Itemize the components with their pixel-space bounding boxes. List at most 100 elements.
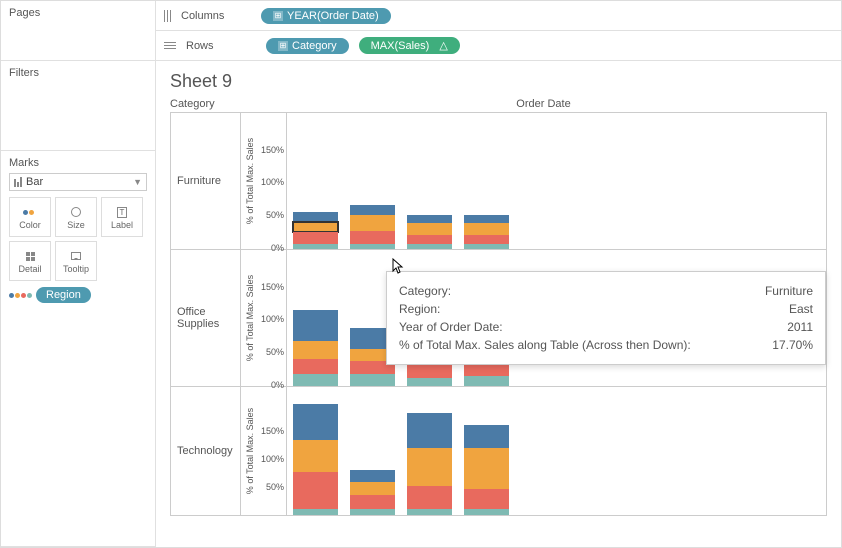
columns-label: Columns (181, 10, 251, 22)
color-icon (23, 204, 38, 220)
tooltip-pct-value: 17.70% (772, 336, 813, 354)
bar-segment-east[interactable] (407, 364, 452, 378)
bar-segment-west[interactable] (350, 470, 395, 482)
bar-stack[interactable] (407, 215, 452, 249)
chart-row: Technology% of Total Max. Sales150%100%5… (171, 387, 826, 515)
marks-label-label: Label (111, 220, 133, 230)
table-calc-icon: △ (439, 39, 447, 52)
bar-segment-central[interactable] (293, 374, 338, 386)
bar-segment-east[interactable] (464, 489, 509, 508)
label-icon: T (117, 204, 128, 220)
bar-segment-central[interactable] (464, 244, 509, 249)
bar-stack[interactable] (293, 404, 338, 515)
bar-stack[interactable] (350, 205, 395, 250)
bars-area (287, 387, 826, 515)
bar-segment-east[interactable] (350, 231, 395, 243)
mark-type-dropdown[interactable]: Bar ▼ (9, 173, 147, 191)
row-category-label: Technology (171, 387, 241, 515)
bar-segment-central[interactable] (350, 244, 395, 249)
columns-icon (164, 10, 171, 22)
bar-segment-south[interactable] (464, 448, 509, 490)
bar-segment-south[interactable] (350, 482, 395, 495)
expand-icon: ⊞ (278, 41, 288, 51)
y-axis-label: % of Total Max. Sales (241, 387, 259, 515)
rows-icon (164, 42, 176, 49)
bar-segment-east[interactable] (407, 486, 452, 508)
y-axis-label: % of Total Max. Sales (241, 113, 259, 249)
mark-type-label: Bar (26, 176, 43, 188)
expand-icon: ⊞ (273, 11, 283, 21)
rows-shelf[interactable]: Rows ⊞ Category MAX(Sales) △ (156, 31, 841, 61)
bar-segment-south[interactable] (293, 222, 338, 232)
bar-segment-central[interactable] (464, 509, 509, 515)
bar-segment-central[interactable] (350, 374, 395, 386)
bars-area (287, 113, 826, 249)
bar-segment-west[interactable] (407, 413, 452, 448)
bar-segment-west[interactable] (350, 205, 395, 215)
bar-segment-east[interactable] (293, 472, 338, 509)
bar-segment-west[interactable] (293, 212, 338, 222)
tooltip-category-label: Category: (399, 282, 757, 300)
marks-color-pill-row: Region (9, 287, 147, 303)
tooltip: Category:Furniture Region:East Year of O… (386, 271, 826, 365)
bar-segment-west[interactable] (464, 425, 509, 447)
rows-pill-category[interactable]: ⊞ Category (266, 38, 349, 54)
columns-pill-label: YEAR(Order Date) (287, 10, 379, 22)
bar-segment-south[interactable] (293, 440, 338, 472)
bar-segment-central[interactable] (293, 244, 338, 249)
tooltip-year-value: 2011 (787, 318, 813, 336)
bar-stack[interactable] (293, 310, 338, 386)
bar-segment-south[interactable] (350, 215, 395, 231)
marks-color-button[interactable]: Color (9, 197, 51, 237)
bar-segment-east[interactable] (350, 495, 395, 509)
y-axis-ticks: 150%100%50% (259, 387, 287, 515)
bar-segment-east[interactable] (293, 359, 338, 374)
bar-segment-south[interactable] (407, 223, 452, 235)
row-category-label: Furniture (171, 113, 241, 249)
bar-segment-central[interactable] (464, 376, 509, 386)
rows-pill-category-label: Category (292, 40, 337, 52)
marks-tooltip-button[interactable]: Tooltip (55, 241, 97, 281)
bar-stack[interactable] (350, 470, 395, 515)
bar-segment-south[interactable] (464, 223, 509, 235)
bar-segment-south[interactable] (407, 448, 452, 486)
bar-stack[interactable] (464, 425, 509, 515)
rows-pill-maxsales-label: MAX(Sales) (371, 40, 430, 52)
bar-segment-central[interactable] (407, 244, 452, 249)
tooltip-icon (71, 248, 81, 264)
bar-segment-west[interactable] (464, 215, 509, 223)
bar-segment-east[interactable] (464, 235, 509, 244)
bar-segment-west[interactable] (293, 310, 338, 342)
marks-detail-button[interactable]: Detail (9, 241, 51, 281)
bar-segment-west[interactable] (293, 404, 338, 439)
bar-segment-east[interactable] (407, 235, 452, 245)
bar-segment-south[interactable] (293, 341, 338, 358)
side-panels: Pages Filters Marks Bar ▼ (1, 1, 156, 547)
rows-label: Rows (186, 40, 256, 52)
size-icon (71, 204, 81, 220)
marks-size-button[interactable]: Size (55, 197, 97, 237)
region-pill-label: Region (46, 289, 81, 301)
bar-segment-east[interactable] (293, 232, 338, 244)
marks-tooltip-label: Tooltip (63, 264, 89, 274)
bar-segment-central[interactable] (350, 509, 395, 515)
sheet-title[interactable]: Sheet 9 (170, 71, 827, 92)
filters-title: Filters (9, 67, 147, 79)
bar-segment-central[interactable] (407, 378, 452, 386)
marks-label-button[interactable]: T Label (101, 197, 143, 237)
bar-segment-central[interactable] (293, 509, 338, 515)
y-axis-ticks: 150%100%50%0% (259, 250, 287, 386)
bar-segment-west[interactable] (407, 215, 452, 223)
columns-pill-year[interactable]: ⊞ YEAR(Order Date) (261, 8, 391, 24)
bar-stack[interactable] (293, 212, 338, 249)
tooltip-pct-label: % of Total Max. Sales along Table (Acros… (399, 336, 764, 354)
bar-segment-central[interactable] (407, 509, 452, 515)
rows-pill-maxsales[interactable]: MAX(Sales) △ (359, 37, 460, 54)
marks-detail-label: Detail (18, 264, 41, 274)
columns-shelf[interactable]: Columns ⊞ YEAR(Order Date) (156, 1, 841, 31)
marks-color-label: Color (19, 220, 41, 230)
bar-stack[interactable] (407, 413, 452, 515)
detail-icon (26, 248, 35, 264)
bar-stack[interactable] (464, 215, 509, 249)
region-pill[interactable]: Region (36, 287, 91, 303)
